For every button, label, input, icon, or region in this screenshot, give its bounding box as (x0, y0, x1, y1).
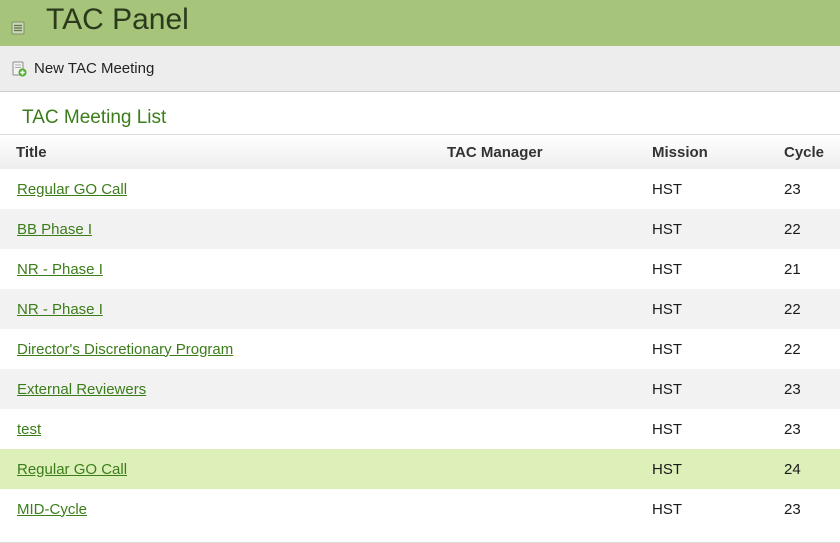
app-header: TAC Panel (0, 0, 840, 46)
meeting-title-link[interactable]: MID-Cycle (17, 501, 87, 518)
column-header-manager[interactable]: TAC Manager (447, 144, 652, 161)
meeting-mission: HST (652, 180, 682, 198)
meeting-mission: HST (652, 460, 682, 478)
meeting-mission: HST (652, 420, 682, 438)
meeting-cycle: 22 (784, 340, 801, 358)
meeting-mission: HST (652, 220, 682, 238)
meeting-mission: HST (652, 380, 682, 398)
meeting-cycle: 23 (784, 500, 801, 518)
meeting-table: Title TAC Manager Mission Cycle Regular … (0, 134, 840, 543)
table-row: Director's Discretionary Program HST 22 (0, 329, 840, 369)
table-row: Regular GO Call HST 23 (0, 169, 840, 209)
meeting-mission: HST (652, 260, 682, 278)
new-meeting-icon (11, 61, 27, 77)
meeting-title-link[interactable]: NR - Phase I (17, 301, 103, 318)
meeting-cycle: 23 (784, 420, 801, 438)
table-row: NR - Phase I HST 22 (0, 289, 840, 329)
menu-icon[interactable] (11, 21, 25, 35)
column-header-mission[interactable]: Mission (652, 144, 784, 161)
meeting-title-link[interactable]: External Reviewers (17, 381, 146, 398)
meeting-title-link[interactable]: Regular GO Call (17, 461, 127, 478)
new-tac-meeting-label: New TAC Meeting (34, 60, 155, 77)
meeting-cycle: 22 (784, 220, 801, 238)
table-row-highlighted: Regular GO Call HST 24 (0, 449, 840, 489)
meeting-title-link[interactable]: Regular GO Call (17, 181, 127, 198)
table-row: NR - Phase I HST 21 (0, 249, 840, 289)
meeting-title-link[interactable]: Director's Discretionary Program (17, 341, 233, 358)
new-tac-meeting-button[interactable]: New TAC Meeting (11, 60, 154, 77)
table-header: Title TAC Manager Mission Cycle (0, 135, 840, 169)
meeting-title-link[interactable]: test (17, 421, 41, 438)
meeting-cycle: 22 (784, 300, 801, 318)
meeting-cycle: 23 (784, 380, 801, 398)
page-title: TAC Panel (46, 3, 189, 36)
table-row: BB Phase I HST 22 (0, 209, 840, 249)
meeting-mission: HST (652, 300, 682, 318)
meeting-cycle: 23 (784, 180, 801, 198)
section-title: TAC Meeting List (22, 107, 167, 128)
column-header-cycle[interactable]: Cycle (784, 144, 840, 161)
meeting-mission: HST (652, 500, 682, 518)
column-header-title[interactable]: Title (0, 144, 447, 161)
meeting-cycle: 21 (784, 260, 801, 278)
meeting-title-link[interactable]: BB Phase I (17, 221, 92, 238)
meeting-title-link[interactable]: NR - Phase I (17, 261, 103, 278)
meeting-cycle: 24 (784, 460, 801, 478)
toolbar: New TAC Meeting (0, 46, 840, 92)
table-row: test HST 23 (0, 409, 840, 449)
table-row: MID-Cycle HST 23 (0, 489, 840, 529)
meeting-mission: HST (652, 340, 682, 358)
table-row: External Reviewers HST 23 (0, 369, 840, 409)
